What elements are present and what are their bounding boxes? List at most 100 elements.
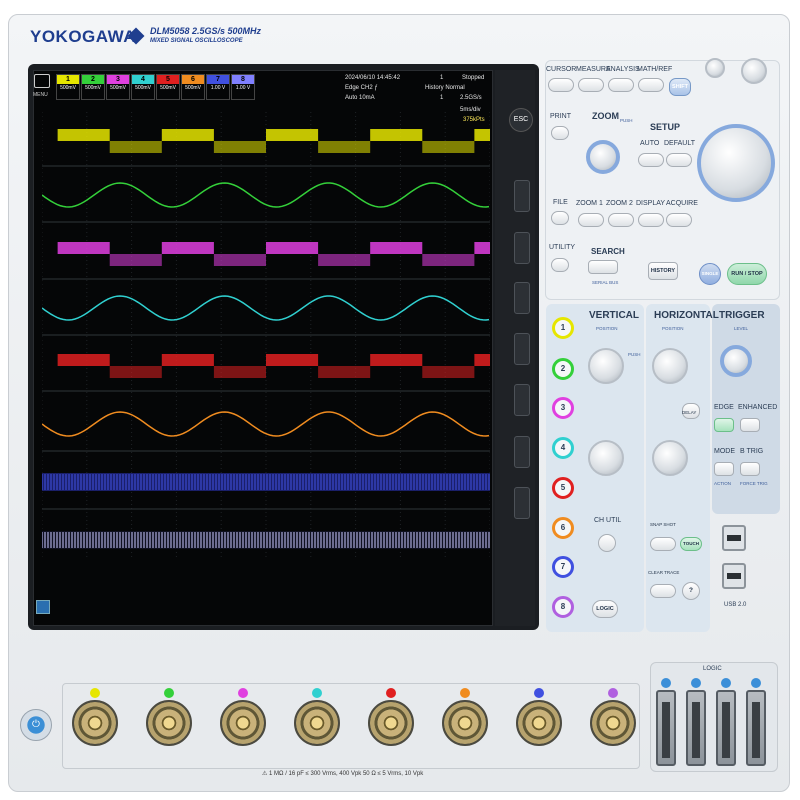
time-div-knob[interactable] [652,440,688,476]
cursor-button[interactable] [548,78,574,92]
esc-button[interactable]: ESC [509,108,533,132]
channel-8-button[interactable]: 8 [552,596,574,618]
enhanced-button[interactable] [740,418,760,432]
bnc-input-5[interactable] [368,700,414,746]
channel-tile-3[interactable]: 3 500mV [106,74,130,100]
history-button[interactable]: HISTORY [648,262,678,280]
model-label: DLM5058 2.5GS/s 500MHz [150,26,262,36]
channel-tile-8[interactable]: 8 1.00 V [231,74,255,100]
zoom-push-label: PUSH [620,118,633,123]
utility-button[interactable] [551,258,569,272]
channel-tile-scale: 500mV [185,85,201,91]
channel-tile-7[interactable]: 7 1.00 V [206,74,230,100]
trace-ch1-low [318,141,371,153]
logic-port-1[interactable] [656,690,676,766]
logic-port-2[interactable] [686,690,706,766]
channel-tile-2[interactable]: 2 500mV [81,74,105,100]
zoom-knob[interactable] [586,140,620,174]
channel-4-button[interactable]: 4 [552,437,574,459]
vertical-position-knob[interactable] [588,348,624,384]
logic-button[interactable]: LOGIC [592,600,618,618]
setup-label: SETUP [650,122,681,132]
small-knob-2[interactable] [741,58,767,84]
channel-7-button[interactable]: 7 [552,556,574,578]
default-button[interactable] [666,153,692,167]
help-label: ? [689,587,693,594]
bnc-input-1[interactable] [72,700,118,746]
ch-util-button[interactable] [598,534,616,552]
shift-button[interactable]: SHIFT [669,78,691,96]
usb-port-1[interactable] [722,525,746,551]
softkey-5[interactable] [514,384,530,416]
run-stop-button[interactable]: RUN / STOP [727,263,767,285]
channel-tile-1[interactable]: 1 500mV [56,74,80,100]
single-button[interactable]: SINGLE [699,263,721,285]
power-button[interactable]: ⏻ [20,709,52,741]
logic-port-3[interactable] [716,690,736,766]
usb-port-2[interactable] [722,563,746,589]
delay-label: DELAY [682,410,697,415]
channel-1-button[interactable]: 1 [552,317,574,339]
display-label: DISPLAY [636,200,666,207]
measure-button[interactable] [578,78,604,92]
analysis-button[interactable] [608,78,634,92]
acquire-button[interactable] [666,213,692,227]
mode-label: MODE [714,448,735,455]
jog-shuttle-knob[interactable] [697,124,775,202]
mode-button[interactable] [714,462,734,476]
trigger-level-knob[interactable] [720,345,752,377]
channel-tile-number: 6 [182,75,204,84]
print-button[interactable] [551,126,569,140]
vertical-scale-knob[interactable] [588,440,624,476]
horizontal-position-knob[interactable] [652,348,688,384]
softkey-7[interactable] [514,487,530,519]
edge-label: EDGE [714,404,734,411]
clear-trace-button[interactable] [650,584,676,598]
zoom2-button[interactable] [608,213,634,227]
channel-tile-4[interactable]: 4 500mV [131,74,155,100]
auto-button[interactable] [638,153,664,167]
bnc-input-6[interactable] [442,700,488,746]
channel-3-button[interactable]: 3 [552,397,574,419]
logic-port-4[interactable] [746,690,766,766]
b-trig-button[interactable] [740,462,760,476]
channel-tile-6[interactable]: 6 500mV [181,74,205,100]
vertical-push-label: PUSH [628,352,641,357]
trace-ch3-low [213,254,266,266]
bnc-6-indicator [460,688,470,698]
edge-button[interactable] [714,418,734,432]
touch-button[interactable]: TOUCH [680,537,702,551]
small-knob-1[interactable] [705,58,725,78]
channel-tile-number: 7 [207,75,229,84]
bnc-input-2[interactable] [146,700,192,746]
channel-tile-scale: 1.00 V [210,85,226,91]
softkey-1[interactable] [514,180,530,212]
channel-tile-5[interactable]: 5 500mV [156,74,180,100]
bnc-8-indicator [608,688,618,698]
analysis-label: ANALYSIS [606,66,640,73]
bnc-input-8[interactable] [590,700,636,746]
bnc-input-3[interactable] [220,700,266,746]
softkey-3[interactable] [514,282,530,314]
logic-port-1-indicator [661,678,671,688]
softkey-4[interactable] [514,333,530,365]
channel-tile-scale: 500mV [160,85,176,91]
trace-ch3-low [109,254,162,266]
channel-2-button[interactable]: 2 [552,358,574,380]
help-button[interactable]: ? [682,582,700,600]
softkey-6[interactable] [514,436,530,468]
softkey-2[interactable] [514,232,530,264]
channel-6-button[interactable]: 6 [552,517,574,539]
force-trig-label: FORCE TRIG [740,481,768,486]
file-button[interactable] [551,211,569,225]
display-button[interactable] [638,213,664,227]
channel-5-button[interactable]: 5 [552,477,574,499]
snap-shot-button[interactable] [650,537,676,551]
bnc-input-7[interactable] [516,700,562,746]
zoom1-button[interactable] [578,213,604,227]
menu-icon[interactable] [34,74,50,88]
math-ref-button[interactable] [638,78,664,92]
bnc-input-4[interactable] [294,700,340,746]
search-button[interactable] [588,260,618,274]
screen-settings-icon[interactable] [36,600,50,614]
